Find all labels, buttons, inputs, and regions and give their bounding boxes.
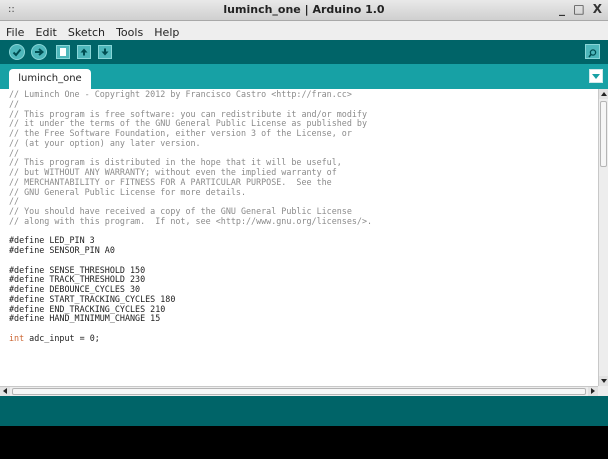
scroll-up-arrow-icon[interactable] [599, 89, 608, 99]
open-icon [80, 48, 88, 56]
scroll-down-arrow-icon[interactable] [599, 376, 608, 386]
menu-sketch[interactable]: Sketch [68, 26, 105, 39]
code-line: // (at your option) any later version. [9, 137, 201, 148]
title-bar[interactable]: :: luminch_one | Arduino 1.0 _ □ X [0, 0, 608, 21]
vertical-scrollbar[interactable] [598, 89, 608, 386]
tab-luminch-one[interactable]: luminch_one [9, 69, 91, 89]
serial-monitor-button[interactable] [585, 44, 600, 59]
verify-icon [12, 48, 22, 57]
upload-icon [35, 48, 45, 56]
status-bar [0, 396, 608, 426]
menu-edit[interactable]: Edit [36, 26, 57, 39]
code-line: // GNU General Public License for more d… [9, 186, 246, 197]
code-line: #define SENSOR_PIN A0 [9, 245, 115, 255]
code-line: #define HAND_MINIMUM_CHANGE 15 [9, 313, 161, 324]
tab-label: luminch_one [18, 73, 82, 84]
new-button[interactable] [56, 45, 70, 59]
window-controls[interactable]: _ □ X [559, 2, 604, 16]
new-icon [60, 48, 66, 56]
verify-button[interactable] [9, 44, 25, 60]
tab-bar: luminch_one [0, 64, 608, 89]
keyword-int: int [9, 332, 25, 343]
vertical-scroll-thumb[interactable] [600, 101, 607, 167]
toolbar [0, 40, 608, 64]
code-line: int adc_input = 0; [9, 332, 100, 343]
scroll-left-arrow-icon[interactable] [0, 387, 10, 396]
serial-monitor-icon [588, 49, 597, 58]
scroll-right-arrow-icon[interactable] [588, 387, 598, 396]
scrollbar-corner [598, 386, 608, 396]
menu-help[interactable]: Help [154, 26, 179, 39]
console-output [0, 426, 608, 459]
arduino-window: :: luminch_one | Arduino 1.0 _ □ X File … [0, 0, 608, 459]
window-title: luminch_one | Arduino 1.0 [223, 3, 385, 16]
horizontal-scrollbar[interactable] [0, 386, 598, 396]
save-icon [101, 48, 109, 56]
tab-menu-button[interactable] [589, 69, 603, 83]
menu-file[interactable]: File [6, 26, 24, 39]
code-line: // Luminch One - Copyright 2012 by Franc… [9, 89, 352, 99]
code-text: // Luminch One - Copyright 2012 by Franc… [9, 89, 373, 344]
open-button[interactable] [77, 45, 91, 59]
save-button[interactable] [98, 45, 112, 59]
menu-bar: File Edit Sketch Tools Help [0, 21, 608, 41]
code-editor[interactable]: // Luminch One - Copyright 2012 by Franc… [0, 89, 598, 386]
horizontal-scroll-thumb[interactable] [12, 388, 586, 395]
upload-button[interactable] [31, 44, 47, 60]
code-line: // along with this program. If not, see … [9, 215, 373, 226]
menu-tools[interactable]: Tools [116, 26, 143, 39]
